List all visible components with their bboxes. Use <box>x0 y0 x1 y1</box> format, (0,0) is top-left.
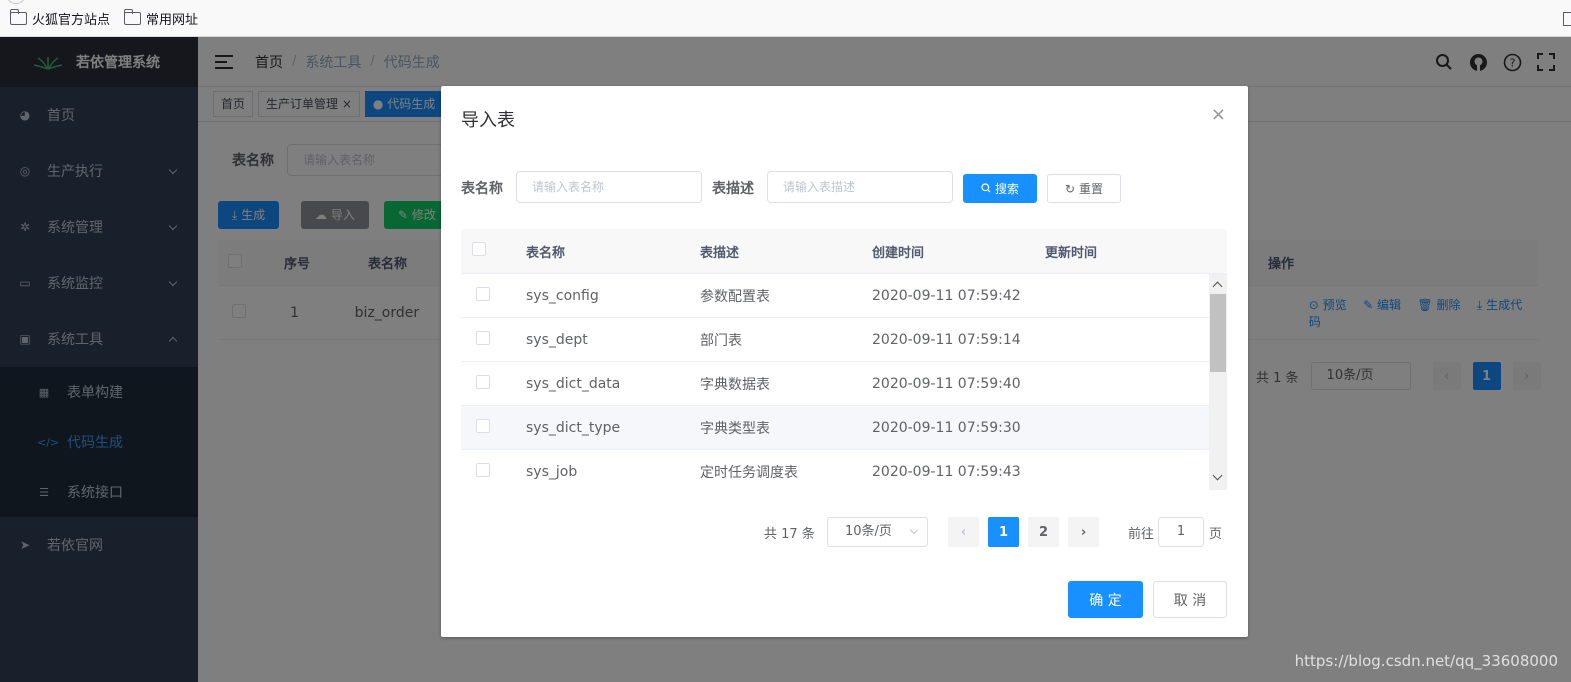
select-all-cell <box>461 242 526 260</box>
refresh-icon: ↻ <box>1064 181 1076 196</box>
cell-created-time: 2020-09-11 07:59:14 <box>872 331 1021 348</box>
bookmark-label: 常用网址 <box>146 12 199 28</box>
table-name-label: 表名称 <box>461 181 503 197</box>
search-icon <box>981 182 991 196</box>
cell-table-desc: 字典类型表 <box>700 420 770 437</box>
dialog-pagination: 共 17 条 10条/页 ‹ 1 2 › 前往 1 页 <box>441 517 1248 547</box>
row-select-cell <box>461 330 526 349</box>
cell-table-name: sys_dept <box>526 331 588 348</box>
scrollbar-thumb[interactable] <box>1210 294 1226 372</box>
column-header-updated: 更新时间 <box>1045 245 1098 261</box>
table-row[interactable]: sys_job 定时任务调度表 2020-09-11 07:59:43 <box>461 450 1209 490</box>
cell-table-name: sys_dict_data <box>526 375 621 392</box>
close-icon[interactable]: × <box>1211 104 1226 125</box>
page-number-2[interactable]: 2 <box>1028 517 1059 547</box>
cell-table-desc: 定时任务调度表 <box>700 465 798 481</box>
table-row[interactable]: sys_dict_data 字典数据表 2020-09-11 07:59:40 <box>461 362 1209 406</box>
cell-created-time: 2020-09-11 07:59:43 <box>872 464 1021 480</box>
goto-prefix: 前往 <box>1128 526 1155 542</box>
table-header: 表名称 表描述 创建时间 更新时间 <box>461 229 1227 274</box>
import-table-dialog: 导入表 × 表名称 请输入表名称 表描述 请输入表描述 搜索 ↻ 重置 表名称 … <box>441 86 1248 637</box>
row-checkbox[interactable] <box>476 418 490 433</box>
row-select-cell <box>461 286 526 305</box>
bookmark-folder-common[interactable]: 常用网址 <box>123 8 199 28</box>
prev-page-button[interactable]: ‹ <box>948 517 979 547</box>
next-page-button[interactable]: › <box>1068 517 1099 547</box>
goto-suffix: 页 <box>1209 526 1223 542</box>
table-name-input[interactable]: 请输入表名称 <box>516 171 702 203</box>
folder-icon <box>123 8 142 25</box>
bookmark-folder-firefox[interactable]: 火狐官方站点 <box>9 8 111 28</box>
browser-button-edge <box>6 0 26 4</box>
cell-table-desc: 参数配置表 <box>700 288 770 305</box>
button-label: 重置 <box>1079 182 1104 196</box>
search-button[interactable]: 搜索 <box>963 174 1037 203</box>
row-checkbox[interactable] <box>476 286 490 301</box>
cell-created-time: 2020-09-11 07:59:40 <box>872 375 1021 392</box>
other-bookmarks-icon[interactable] <box>1563 12 1571 26</box>
cell-table-name: sys_job <box>526 464 578 480</box>
page-number-1[interactable]: 1 <box>988 517 1019 547</box>
cell-table-name: sys_dict_type <box>526 419 621 436</box>
reset-button[interactable]: ↻ 重置 <box>1047 174 1121 203</box>
select-all-checkbox[interactable] <box>472 242 486 256</box>
row-select-cell <box>461 374 526 393</box>
row-select-cell <box>461 418 526 437</box>
cell-created-time: 2020-09-11 07:59:30 <box>872 419 1021 436</box>
table-desc-input[interactable]: 请输入表描述 <box>767 171 953 203</box>
scroll-down-icon[interactable] <box>1212 470 1223 481</box>
row-checkbox[interactable] <box>476 374 490 389</box>
cancel-button[interactable]: 取 消 <box>1153 581 1227 618</box>
button-label: 搜索 <box>994 182 1019 196</box>
scroll-up-icon[interactable] <box>1212 281 1223 292</box>
watermark: https://blog.csdn.net/qq_33608000 <box>1294 652 1558 670</box>
table-scrollbar[interactable] <box>1209 274 1227 490</box>
table-row[interactable]: sys_dict_type 字典类型表 2020-09-11 07:59:30 <box>461 406 1209 450</box>
column-header-desc: 表描述 <box>700 245 740 261</box>
bookmarks-bar: 火狐官方站点 常用网址 <box>0 0 1571 37</box>
bookmark-label: 火狐官方站点 <box>32 12 111 28</box>
table-desc-label: 表描述 <box>712 181 754 197</box>
pager-total: 共 17 条 <box>764 526 815 542</box>
dialog-title: 导入表 <box>461 110 515 131</box>
folder-icon <box>9 8 27 25</box>
table-row[interactable]: sys_config 参数配置表 2020-09-11 07:59:42 <box>461 274 1209 318</box>
cell-table-desc: 字典数据表 <box>700 376 770 393</box>
cell-table-name: sys_config <box>526 287 599 304</box>
import-table: 表名称 表描述 创建时间 更新时间 sys_config 参数配置表 2020-… <box>461 229 1227 490</box>
table-row[interactable]: sys_dept 部门表 2020-09-11 07:59:14 <box>461 318 1209 362</box>
goto-page-input[interactable]: 1 <box>1158 517 1204 547</box>
page-size-select[interactable]: 10条/页 <box>827 517 928 547</box>
row-select-cell <box>461 463 526 481</box>
cell-created-time: 2020-09-11 07:59:42 <box>872 287 1021 304</box>
cell-table-desc: 部门表 <box>700 332 742 349</box>
row-checkbox[interactable] <box>476 330 490 345</box>
column-header-created: 创建时间 <box>872 245 925 261</box>
column-header-name: 表名称 <box>526 245 566 261</box>
confirm-button[interactable]: 确 定 <box>1068 581 1143 618</box>
row-checkbox[interactable] <box>476 463 490 477</box>
